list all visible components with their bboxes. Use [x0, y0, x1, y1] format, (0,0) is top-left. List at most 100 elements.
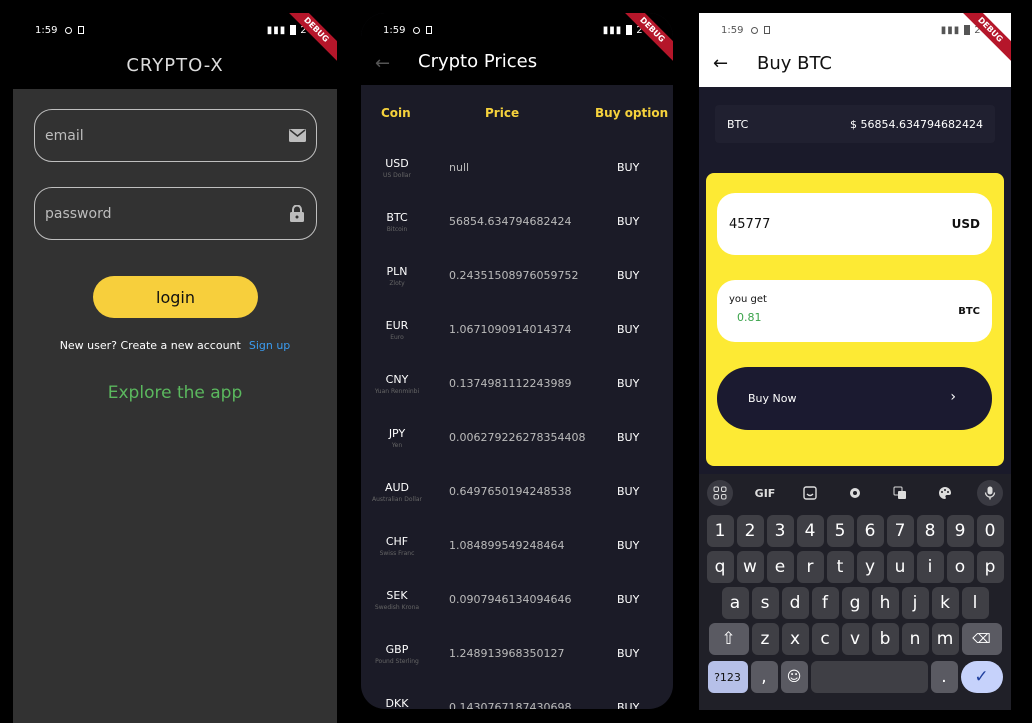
- key-j[interactable]: j: [901, 587, 929, 619]
- buy-now-button[interactable]: Buy Now ›: [717, 367, 992, 430]
- password-input[interactable]: [45, 205, 288, 222]
- key-5[interactable]: 5: [826, 515, 854, 547]
- coin-code: CNY: [385, 373, 409, 386]
- key-x[interactable]: x: [781, 623, 809, 655]
- key-a[interactable]: a: [721, 587, 749, 619]
- buy-button[interactable]: BUY: [617, 161, 639, 174]
- emoji-icon[interactable]: ☺: [780, 661, 808, 693]
- login-screen: 1:59 ▮▮▮ 27 DEBUG CRYPTO-X login New use…: [13, 13, 337, 723]
- key-4[interactable]: 4: [796, 515, 824, 547]
- amount-input[interactable]: [729, 216, 952, 232]
- key-i[interactable]: i: [916, 551, 944, 583]
- key-9[interactable]: 9: [946, 515, 974, 547]
- key-r[interactable]: r: [796, 551, 824, 583]
- key-m[interactable]: m: [931, 623, 959, 655]
- period-key[interactable]: .: [930, 661, 958, 693]
- shift-key[interactable]: ⇧: [708, 623, 749, 655]
- buy-button[interactable]: BUY: [617, 485, 639, 498]
- email-field[interactable]: [34, 109, 317, 162]
- key-h[interactable]: h: [871, 587, 899, 619]
- key-6[interactable]: 6: [856, 515, 884, 547]
- key-p[interactable]: p: [976, 551, 1004, 583]
- key-8[interactable]: 8: [916, 515, 944, 547]
- buy-button[interactable]: BUY: [617, 269, 639, 282]
- back-arrow-icon[interactable]: ←: [375, 53, 390, 74]
- status-bar: 1:59 ▮▮▮ 27: [699, 13, 1011, 47]
- key-b[interactable]: b: [871, 623, 899, 655]
- key-g[interactable]: g: [841, 587, 869, 619]
- signup-link[interactable]: Sign up: [249, 339, 290, 352]
- notification-icon: [65, 26, 73, 34]
- key-7[interactable]: 7: [886, 515, 914, 547]
- key-2[interactable]: 2: [736, 515, 764, 547]
- key-y[interactable]: y: [856, 551, 884, 583]
- email-input[interactable]: [45, 127, 288, 144]
- buy-button[interactable]: BUY: [617, 539, 639, 552]
- sticker-icon[interactable]: [797, 480, 823, 506]
- coin-code: JPY: [388, 427, 406, 440]
- gif-button[interactable]: GIF: [752, 480, 778, 506]
- key-q[interactable]: q: [706, 551, 734, 583]
- buy-button[interactable]: BUY: [617, 593, 639, 606]
- key-k[interactable]: k: [931, 587, 959, 619]
- key-0[interactable]: 0: [976, 515, 1004, 547]
- key-t[interactable]: t: [826, 551, 854, 583]
- buy-button[interactable]: BUY: [617, 647, 639, 660]
- apps-icon[interactable]: [707, 480, 733, 506]
- translate-icon[interactable]: [887, 480, 913, 506]
- symbols-key[interactable]: ?123: [707, 661, 748, 693]
- key-s[interactable]: s: [751, 587, 779, 619]
- mic-icon[interactable]: [977, 480, 1003, 506]
- key-w[interactable]: w: [736, 551, 764, 583]
- coin-price: 0.0907946134094646: [449, 593, 572, 606]
- key-d[interactable]: d: [781, 587, 809, 619]
- key-c[interactable]: c: [811, 623, 839, 655]
- key-row-top: qwertyuiop: [705, 551, 1005, 583]
- coin-code: DKK: [385, 697, 409, 709]
- key-e[interactable]: e: [766, 551, 794, 583]
- coin-price: null: [449, 161, 470, 174]
- key-o[interactable]: o: [946, 551, 974, 583]
- coin-price: 0.24351508976059752: [449, 269, 579, 282]
- battery-icon: [626, 25, 633, 35]
- explore-app-link[interactable]: Explore the app: [13, 383, 337, 403]
- palette-icon[interactable]: [932, 480, 958, 506]
- key-u[interactable]: u: [886, 551, 914, 583]
- done-check-icon[interactable]: ✓: [960, 661, 1003, 693]
- sim-icon: [78, 26, 85, 34]
- key-z[interactable]: z: [751, 623, 779, 655]
- page-title: Crypto Prices: [418, 51, 538, 72]
- comma-key[interactable]: ,: [750, 661, 778, 693]
- backspace-key[interactable]: ⌫: [961, 623, 1002, 655]
- signal-icon: ▮▮▮: [940, 24, 961, 36]
- key-v[interactable]: v: [841, 623, 869, 655]
- key-1[interactable]: 1: [706, 515, 734, 547]
- key-3[interactable]: 3: [766, 515, 794, 547]
- table-row: USD US Dollar null BUY: [361, 141, 673, 195]
- amount-field[interactable]: USD: [717, 193, 992, 255]
- battery-icon: [964, 25, 971, 35]
- new-user-text: New user? Create a new account: [59, 339, 241, 352]
- password-field[interactable]: [34, 187, 317, 240]
- you-get-unit: BTC: [958, 306, 980, 317]
- buy-button[interactable]: BUY: [617, 431, 639, 444]
- coin-name: US Dollar: [383, 172, 411, 179]
- back-arrow-icon[interactable]: ←: [713, 53, 728, 74]
- table-row: CHF Swiss Franc 1.084899549248464 BUY: [361, 519, 673, 573]
- buy-button[interactable]: BUY: [617, 215, 639, 228]
- buy-button[interactable]: BUY: [617, 323, 639, 336]
- table-row: JPY Yen 0.006279226278354408 BUY: [361, 411, 673, 465]
- prices-screen: 1:59 ▮▮▮ 27 DEBUG ← Crypto Prices Coin P…: [361, 13, 673, 709]
- login-button[interactable]: login: [93, 276, 258, 318]
- column-header-coin: Coin: [381, 106, 411, 120]
- space-key[interactable]: [810, 661, 928, 693]
- buy-button[interactable]: BUY: [617, 377, 639, 390]
- keyboard-toolbar: GIF: [707, 480, 1003, 506]
- buy-button[interactable]: BUY: [617, 701, 639, 709]
- column-header-price: Price: [485, 106, 520, 120]
- coin-name: Australian Dollar: [371, 496, 423, 503]
- gear-icon[interactable]: [842, 480, 868, 506]
- key-n[interactable]: n: [901, 623, 929, 655]
- key-l[interactable]: l: [961, 587, 989, 619]
- key-f[interactable]: f: [811, 587, 839, 619]
